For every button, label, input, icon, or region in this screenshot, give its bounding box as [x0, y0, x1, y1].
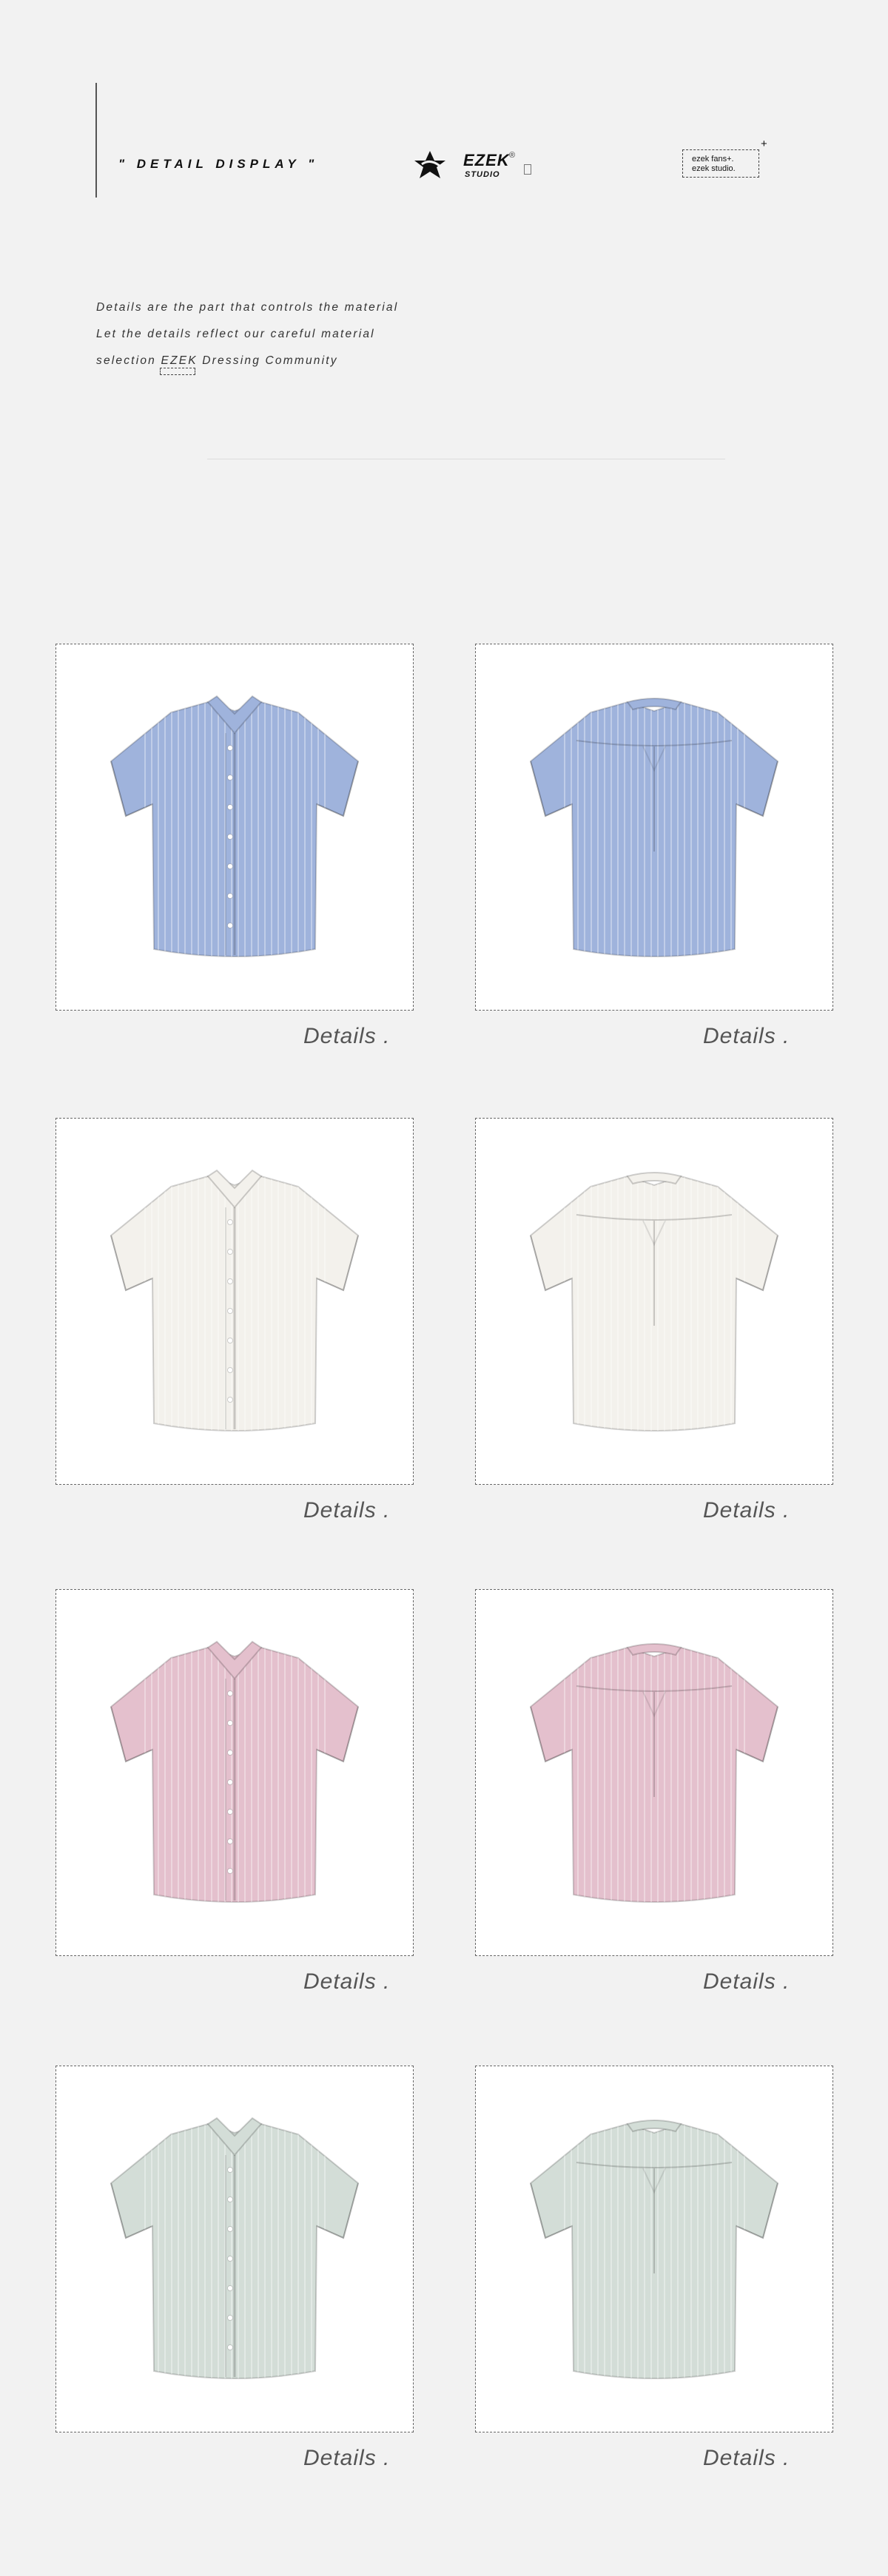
product-image-frame[interactable] — [475, 644, 833, 1011]
description-line-3: selection EZEK Dressing Community — [96, 354, 338, 367]
details-caption: Details . — [703, 1024, 790, 1048]
mint-shirt-back-image — [529, 2120, 779, 2379]
product-image-frame[interactable] — [56, 2066, 414, 2432]
logo-square-mark — [524, 164, 531, 175]
pink-shirt-front-image — [110, 1640, 360, 1903]
product-image-frame[interactable] — [56, 644, 414, 1011]
details-caption: Details . — [303, 2446, 391, 2470]
fans-tag: ezek fans+. ezek studio. — [682, 149, 759, 178]
product-image-frame[interactable] — [475, 1589, 833, 1956]
brand-name: EZEK — [463, 151, 510, 169]
description-line-2: Let the details reflect our careful mate… — [96, 328, 375, 340]
details-caption: Details . — [303, 1024, 391, 1048]
description-text: Details are the part that controls the m… — [96, 294, 398, 374]
blue-shirt-front-image — [110, 695, 360, 957]
details-caption: Details . — [303, 1969, 391, 1994]
section-title: " DETAIL DISPLAY " — [118, 157, 319, 171]
description-line-1: Details are the part that controls the m… — [96, 301, 399, 314]
blue-shirt-back-image — [529, 698, 779, 957]
plus-icon: + — [761, 138, 767, 150]
brand-subtitle: STUDIO — [465, 170, 500, 179]
star-logo-icon — [414, 151, 445, 178]
fans-line-2: ezek studio. — [692, 164, 736, 173]
description-underline-box — [160, 368, 195, 375]
fans-line-1: ezek fans+. — [692, 155, 734, 163]
details-caption: Details . — [303, 1498, 391, 1523]
details-caption: Details . — [703, 1498, 790, 1523]
details-caption: Details . — [703, 1969, 790, 1994]
white-shirt-back-image — [529, 1172, 779, 1432]
white-shirt-front-image — [110, 1169, 360, 1432]
header-divider-line — [95, 83, 97, 198]
product-image-frame[interactable] — [475, 2066, 833, 2432]
brand-logo: EZEK ® STUDIO — [411, 148, 545, 185]
product-image-frame[interactable] — [56, 1589, 414, 1956]
product-image-frame[interactable] — [56, 1118, 414, 1485]
mint-shirt-front-image — [110, 2117, 360, 2379]
registered-mark: ® — [509, 151, 516, 160]
product-image-frame[interactable] — [475, 1118, 833, 1485]
pink-shirt-back-image — [529, 1643, 779, 1903]
details-caption: Details . — [703, 2446, 790, 2470]
